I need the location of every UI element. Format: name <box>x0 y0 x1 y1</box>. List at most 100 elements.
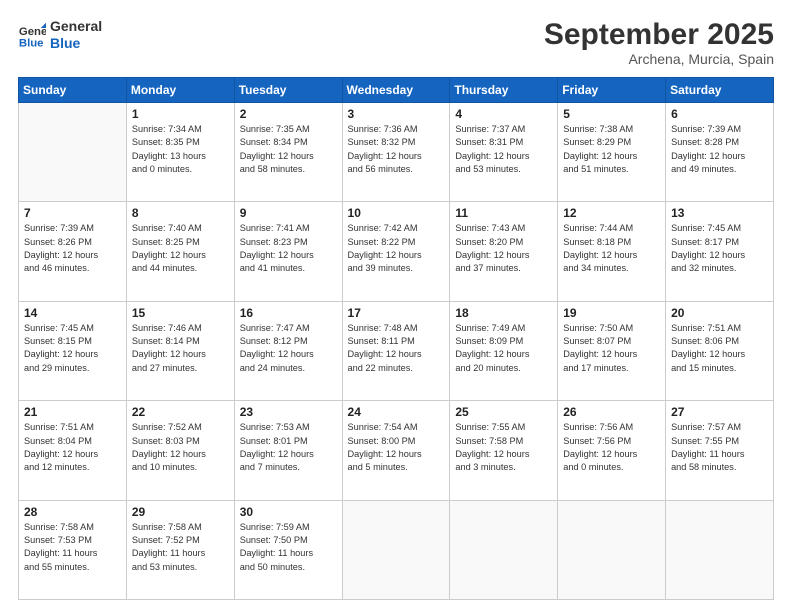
calendar-cell: 28Sunrise: 7:58 AM Sunset: 7:53 PM Dayli… <box>19 500 127 599</box>
day-info: Sunrise: 7:37 AM Sunset: 8:31 PM Dayligh… <box>455 123 552 176</box>
calendar-cell: 2 Sunrise: 7:35 AM Sunset: 8:34 PM Daylig… <box>234 103 342 202</box>
weekday-header: Monday <box>126 78 234 103</box>
day-number: 10 <box>348 206 445 220</box>
calendar-cell <box>666 500 774 599</box>
day-number: 7 <box>24 206 121 220</box>
calendar-cell: 20Sunrise: 7:51 AM Sunset: 8:06 PM Dayli… <box>666 301 774 400</box>
calendar-cell: 14 Sunrise: 7:45 AM Sunset: 8:15 PM Dayli… <box>19 301 127 400</box>
calendar-cell: 23 Sunrise: 7:53 AM Sunset: 8:01 PM Dayli… <box>234 401 342 500</box>
day-info: Sunrise: 7:45 AM Sunset: 8:17 PM Dayligh… <box>671 222 768 275</box>
calendar-cell: 25Sunrise: 7:55 AM Sunset: 7:58 PM Dayli… <box>450 401 558 500</box>
day-number: 19 <box>563 306 660 320</box>
day-number: 27 <box>671 405 768 419</box>
calendar-cell: 3 Sunrise: 7:36 AM Sunset: 8:32 PM Daylig… <box>342 103 450 202</box>
logo: General Blue General Blue <box>18 18 102 52</box>
calendar-cell: 7 Sunrise: 7:39 AM Sunset: 8:26 PM Daylig… <box>19 202 127 301</box>
day-info: Sunrise: 7:57 AM Sunset: 7:55 PM Dayligh… <box>671 421 768 474</box>
day-number: 29 <box>132 505 229 519</box>
calendar-cell: 29 Sunrise: 7:58 AM Sunset: 7:52 PM Dayli… <box>126 500 234 599</box>
day-number: 24 <box>348 405 445 419</box>
calendar-cell: 1Sunrise: 7:34 AM Sunset: 8:35 PM Daylig… <box>126 103 234 202</box>
location-subtitle: Archena, Murcia, Spain <box>544 51 774 67</box>
calendar-cell: 27 Sunrise: 7:57 AM Sunset: 7:55 PM Dayli… <box>666 401 774 500</box>
day-number: 21 <box>24 405 121 419</box>
day-number: 17 <box>348 306 445 320</box>
logo-line1: General <box>50 18 102 35</box>
day-info: Sunrise: 7:38 AM Sunset: 8:29 PM Dayligh… <box>563 123 660 176</box>
calendar-cell: 16 Sunrise: 7:47 AM Sunset: 8:12 PM Dayli… <box>234 301 342 400</box>
day-number: 20 <box>671 306 768 320</box>
day-info: Sunrise: 7:48 AM Sunset: 8:11 PM Dayligh… <box>348 322 445 375</box>
day-number: 26 <box>563 405 660 419</box>
day-info: Sunrise: 7:44 AM Sunset: 8:18 PM Dayligh… <box>563 222 660 275</box>
calendar-cell: 19 Sunrise: 7:50 AM Sunset: 8:07 PM Dayli… <box>558 301 666 400</box>
weekday-header-row: SundayMondayTuesdayWednesdayThursdayFrid… <box>19 78 774 103</box>
weekday-header: Thursday <box>450 78 558 103</box>
day-number: 15 <box>132 306 229 320</box>
calendar-cell <box>558 500 666 599</box>
day-number: 8 <box>132 206 229 220</box>
calendar-week-row: 21 Sunrise: 7:51 AM Sunset: 8:04 PM Dayli… <box>19 401 774 500</box>
logo-icon: General Blue <box>18 21 46 49</box>
day-number: 6 <box>671 107 768 121</box>
day-info: Sunrise: 7:58 AM Sunset: 7:53 PM Dayligh… <box>24 521 121 574</box>
day-info: Sunrise: 7:34 AM Sunset: 8:35 PM Dayligh… <box>132 123 229 176</box>
day-info: Sunrise: 7:56 AM Sunset: 7:56 PM Dayligh… <box>563 421 660 474</box>
day-info: Sunrise: 7:46 AM Sunset: 8:14 PM Dayligh… <box>132 322 229 375</box>
day-info: Sunrise: 7:36 AM Sunset: 8:32 PM Dayligh… <box>348 123 445 176</box>
calendar-week-row: 14 Sunrise: 7:45 AM Sunset: 8:15 PM Dayli… <box>19 301 774 400</box>
calendar-cell: 5 Sunrise: 7:38 AM Sunset: 8:29 PM Daylig… <box>558 103 666 202</box>
calendar-cell: 12Sunrise: 7:44 AM Sunset: 8:18 PM Dayli… <box>558 202 666 301</box>
calendar-cell: 30 Sunrise: 7:59 AM Sunset: 7:50 PM Dayli… <box>234 500 342 599</box>
calendar-week-row: 28Sunrise: 7:58 AM Sunset: 7:53 PM Dayli… <box>19 500 774 599</box>
day-number: 11 <box>455 206 552 220</box>
calendar-cell: 17 Sunrise: 7:48 AM Sunset: 8:11 PM Dayli… <box>342 301 450 400</box>
day-info: Sunrise: 7:55 AM Sunset: 7:58 PM Dayligh… <box>455 421 552 474</box>
weekday-header: Sunday <box>19 78 127 103</box>
calendar-cell: 11 Sunrise: 7:43 AM Sunset: 8:20 PM Dayli… <box>450 202 558 301</box>
weekday-header: Saturday <box>666 78 774 103</box>
calendar-cell: 24Sunrise: 7:54 AM Sunset: 8:00 PM Dayli… <box>342 401 450 500</box>
month-title: September 2025 <box>544 18 774 51</box>
calendar-table: SundayMondayTuesdayWednesdayThursdayFrid… <box>18 77 774 600</box>
day-info: Sunrise: 7:53 AM Sunset: 8:01 PM Dayligh… <box>240 421 337 474</box>
day-number: 2 <box>240 107 337 121</box>
day-number: 23 <box>240 405 337 419</box>
day-number: 4 <box>455 107 552 121</box>
calendar-week-row: 7 Sunrise: 7:39 AM Sunset: 8:26 PM Daylig… <box>19 202 774 301</box>
calendar-cell: 4 Sunrise: 7:37 AM Sunset: 8:31 PM Daylig… <box>450 103 558 202</box>
day-number: 14 <box>24 306 121 320</box>
day-info: Sunrise: 7:39 AM Sunset: 8:28 PM Dayligh… <box>671 123 768 176</box>
day-number: 5 <box>563 107 660 121</box>
calendar-cell: 21 Sunrise: 7:51 AM Sunset: 8:04 PM Dayli… <box>19 401 127 500</box>
weekday-header: Friday <box>558 78 666 103</box>
day-info: Sunrise: 7:43 AM Sunset: 8:20 PM Dayligh… <box>455 222 552 275</box>
calendar-cell: 13 Sunrise: 7:45 AM Sunset: 8:17 PM Dayli… <box>666 202 774 301</box>
day-info: Sunrise: 7:39 AM Sunset: 8:26 PM Dayligh… <box>24 222 121 275</box>
calendar-cell: 22 Sunrise: 7:52 AM Sunset: 8:03 PM Dayli… <box>126 401 234 500</box>
calendar-cell: 9Sunrise: 7:41 AM Sunset: 8:23 PM Daylig… <box>234 202 342 301</box>
day-number: 30 <box>240 505 337 519</box>
calendar-week-row: 1Sunrise: 7:34 AM Sunset: 8:35 PM Daylig… <box>19 103 774 202</box>
day-number: 22 <box>132 405 229 419</box>
day-number: 3 <box>348 107 445 121</box>
calendar-cell <box>450 500 558 599</box>
day-number: 18 <box>455 306 552 320</box>
day-info: Sunrise: 7:52 AM Sunset: 8:03 PM Dayligh… <box>132 421 229 474</box>
day-info: Sunrise: 7:50 AM Sunset: 8:07 PM Dayligh… <box>563 322 660 375</box>
calendar-cell <box>19 103 127 202</box>
day-info: Sunrise: 7:59 AM Sunset: 7:50 PM Dayligh… <box>240 521 337 574</box>
day-info: Sunrise: 7:35 AM Sunset: 8:34 PM Dayligh… <box>240 123 337 176</box>
day-info: Sunrise: 7:45 AM Sunset: 8:15 PM Dayligh… <box>24 322 121 375</box>
day-info: Sunrise: 7:49 AM Sunset: 8:09 PM Dayligh… <box>455 322 552 375</box>
day-info: Sunrise: 7:42 AM Sunset: 8:22 PM Dayligh… <box>348 222 445 275</box>
day-number: 13 <box>671 206 768 220</box>
calendar-cell: 26 Sunrise: 7:56 AM Sunset: 7:56 PM Dayli… <box>558 401 666 500</box>
day-info: Sunrise: 7:58 AM Sunset: 7:52 PM Dayligh… <box>132 521 229 574</box>
day-info: Sunrise: 7:47 AM Sunset: 8:12 PM Dayligh… <box>240 322 337 375</box>
day-info: Sunrise: 7:51 AM Sunset: 8:04 PM Dayligh… <box>24 421 121 474</box>
calendar-cell: 15 Sunrise: 7:46 AM Sunset: 8:14 PM Dayli… <box>126 301 234 400</box>
svg-text:Blue: Blue <box>19 37 44 49</box>
day-number: 16 <box>240 306 337 320</box>
title-block: September 2025 Archena, Murcia, Spain <box>544 18 774 67</box>
